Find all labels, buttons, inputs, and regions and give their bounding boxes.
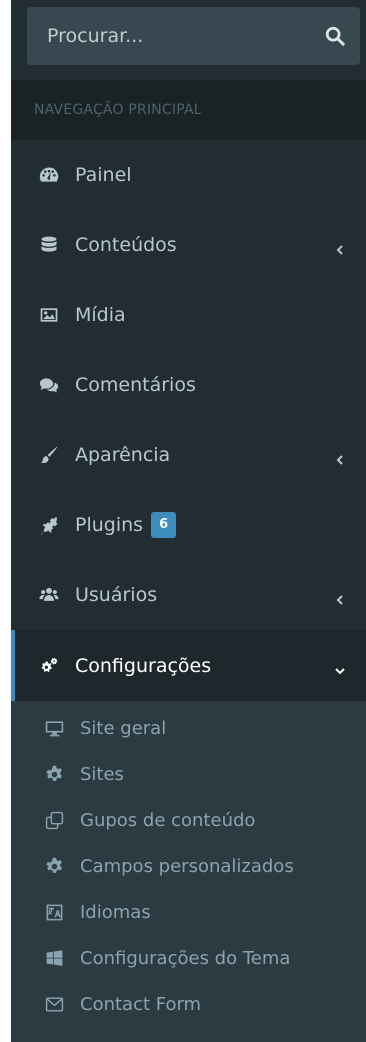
submenu-item-configuracoes-do-tema[interactable]: Configurações do Tema [11, 935, 366, 981]
submenu-item-contact-form[interactable]: Contact Form [11, 981, 366, 1027]
envelope-icon [44, 994, 64, 1014]
plugins-count-badge: 6 [151, 512, 177, 538]
menu-item-label: Configurações [75, 654, 212, 677]
menu-item-comentarios[interactable]: Comentários [11, 350, 366, 420]
comments-icon [39, 375, 59, 395]
image-icon [39, 305, 59, 325]
sidebar: NAVEGAÇÃO PRINCIPAL Painel Conteúdos Míd… [11, 0, 366, 1042]
language-icon [44, 902, 64, 922]
menu-item-label: Conteúdos [75, 234, 177, 256]
submenu-item-label: Sites [80, 763, 124, 785]
menu-item-label: Mídia [75, 304, 126, 326]
menu-item-aparencia[interactable]: Aparência [11, 420, 366, 490]
menu-item-label: Comentários [75, 374, 196, 396]
submenu-item-label: Configurações do Tema [80, 947, 291, 969]
clone-icon [44, 810, 64, 830]
windows-icon [44, 948, 64, 968]
submenu-item-label: Contact Form [80, 993, 202, 1015]
submenu-item-label: Site geral [80, 717, 167, 739]
menu-item-usuarios[interactable]: Usuários [11, 560, 366, 630]
chevron-left-icon [334, 449, 346, 465]
database-icon [39, 235, 59, 255]
menu-item-plugins[interactable]: Plugins 6 [11, 490, 366, 560]
search-box [27, 7, 360, 65]
search-input[interactable] [47, 25, 324, 47]
cogs-icon [39, 656, 59, 676]
main-menu: Painel Conteúdos Mídia Comentários Aparê… [11, 140, 366, 1042]
search-icon[interactable] [324, 25, 346, 47]
chevron-left-icon [334, 239, 346, 255]
desktop-icon [44, 718, 64, 738]
submenu-item-label: Campos personalizados [80, 855, 294, 877]
menu-item-configuracoes[interactable]: Configurações [11, 630, 366, 701]
dashboard-icon [39, 165, 59, 185]
paint-brush-icon [39, 445, 59, 465]
submenu-item-sites[interactable]: Sites [11, 751, 366, 797]
menu-item-label: Aparência [75, 444, 171, 466]
submenu-item-gupos-de-conteudo[interactable]: Gupos de conteúdo [11, 797, 366, 843]
plug-icon [39, 515, 59, 535]
submenu-item-site-geral[interactable]: Site geral [11, 705, 366, 751]
sidebar-search [11, 0, 366, 80]
menu-item-conteudos[interactable]: Conteúdos [11, 210, 366, 280]
chevron-down-icon [334, 660, 346, 674]
menu-item-label: Usuários [75, 584, 158, 606]
configuracoes-submenu: Site geral Sites Gupos de conteúdo Campo… [11, 701, 366, 1042]
cog-icon [44, 764, 64, 784]
submenu-item-idiomas[interactable]: Idiomas [11, 889, 366, 935]
menu-item-midia[interactable]: Mídia [11, 280, 366, 350]
menu-item-painel[interactable]: Painel [11, 140, 366, 210]
nav-header: NAVEGAÇÃO PRINCIPAL [11, 80, 366, 140]
menu-item-label: Painel [75, 164, 132, 186]
menu-item-label: Plugins [75, 514, 144, 536]
users-icon [39, 585, 59, 605]
chevron-left-icon [334, 589, 346, 605]
submenu-item-label: Gupos de conteúdo [80, 809, 256, 831]
cog-icon [44, 856, 64, 876]
submenu-item-label: Idiomas [80, 901, 151, 923]
submenu-item-campos-personalizados[interactable]: Campos personalizados [11, 843, 366, 889]
